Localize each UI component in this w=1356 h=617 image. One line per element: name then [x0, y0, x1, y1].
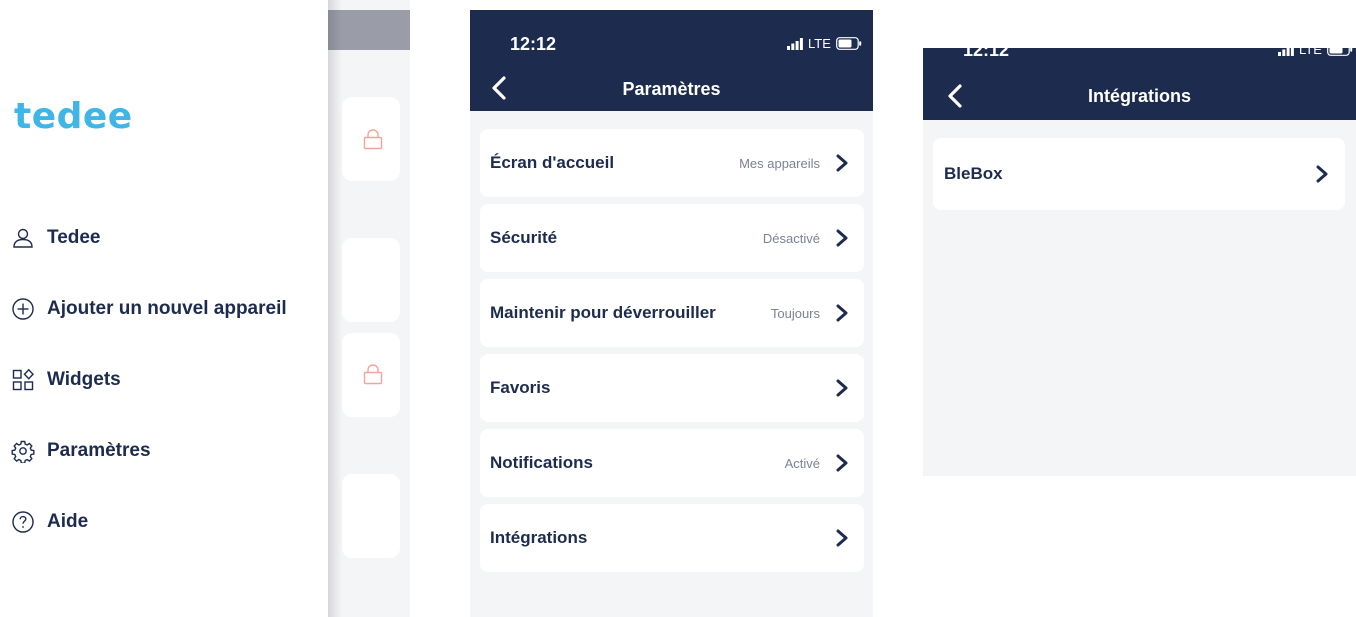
- signal-icon: [1278, 48, 1294, 56]
- menu-item-label: Tedee: [47, 227, 101, 248]
- row-label: Maintenir pour déverrouiller: [490, 303, 716, 322]
- menu-item-help[interactable]: Aide: [10, 507, 88, 537]
- signal-icon: [787, 37, 803, 50]
- row-label: Favoris: [490, 378, 551, 397]
- menu-item-widgets[interactable]: Widgets: [10, 365, 121, 395]
- row-label: Intégrations: [490, 528, 588, 547]
- settings-row-home-screen[interactable]: Écran d'accueil Mes appareils: [480, 129, 864, 197]
- side-menu: tedee Tedee Ajouter un nouvel appareil W…: [0, 0, 328, 617]
- settings-row-notifications[interactable]: Notifications Activé: [480, 429, 864, 497]
- integrations-screen: 12:12 LTE Intégrations BleBox: [923, 48, 1356, 476]
- background-app-overlay[interactable]: [328, 0, 410, 617]
- row-label: Sécurité: [490, 228, 558, 247]
- chevron-right-icon: [836, 454, 848, 472]
- row-value: Toujours: [770, 305, 820, 321]
- settings-row-security[interactable]: Sécurité Désactivé: [480, 204, 864, 272]
- chevron-right-icon: [836, 529, 848, 547]
- chevron-right-icon: [1316, 165, 1328, 183]
- row-value: Activé: [784, 455, 820, 471]
- menu-item-label: Paramètres: [47, 440, 151, 461]
- menu-item-tedee[interactable]: Tedee: [10, 223, 101, 253]
- chevron-right-icon: [836, 229, 848, 247]
- integration-row-blebox[interactable]: BleBox: [933, 138, 1345, 210]
- chevron-right-icon: [836, 379, 848, 397]
- network-label: LTE: [1299, 48, 1322, 57]
- battery-icon: [1326, 48, 1353, 56]
- settings-screen: 12:12 LTE Paramètres Écran d'accueil Mes: [470, 10, 873, 617]
- row-label: BleBox: [944, 164, 1003, 183]
- help-circle-icon: [10, 509, 36, 535]
- settings-row-favorites[interactable]: Favoris: [480, 354, 864, 422]
- row-value: Mes appareils: [739, 155, 820, 171]
- network-label: LTE: [808, 36, 831, 51]
- page-title: Paramètres: [622, 79, 721, 99]
- menu-item-label: Aide: [47, 511, 89, 532]
- widgets-icon: [10, 367, 36, 393]
- chevron-right-icon: [836, 154, 848, 172]
- page-title: Intégrations: [1087, 86, 1191, 106]
- status-indicators: LTE: [1278, 48, 1353, 57]
- row-label: Notifications: [490, 453, 593, 472]
- status-time: 12:12: [963, 48, 1010, 60]
- add-circle-icon: [10, 296, 36, 322]
- chevron-right-icon: [836, 304, 848, 322]
- drawer-shadow: [328, 0, 342, 617]
- menu-item-settings[interactable]: Paramètres: [10, 436, 151, 466]
- background-device-card: [342, 474, 400, 558]
- user-icon: [10, 225, 36, 251]
- integrations-header: 12:12 LTE Intégrations: [923, 48, 1356, 120]
- settings-row-hold-to-unlock[interactable]: Maintenir pour déverrouiller Toujours: [480, 279, 864, 347]
- menu-item-label: Ajouter un nouvel appareil: [47, 298, 287, 319]
- settings-row-integrations[interactable]: Intégrations: [480, 504, 864, 572]
- battery-icon: [835, 37, 862, 50]
- gear-icon: [10, 438, 36, 464]
- row-label: Écran d'accueil: [490, 153, 615, 172]
- settings-header: 12:12 LTE Paramètres: [470, 10, 873, 111]
- menu-item-label: Widgets: [47, 369, 121, 390]
- background-device-card: [342, 238, 400, 322]
- menu-item-add-device[interactable]: Ajouter un nouvel appareil: [10, 294, 287, 324]
- row-value: Désactivé: [762, 230, 820, 246]
- tedee-logo: tedee: [14, 96, 133, 137]
- lock-icon: [362, 363, 384, 385]
- status-time: 12:12: [510, 34, 557, 54]
- status-indicators: LTE: [787, 36, 862, 51]
- lock-icon: [362, 128, 384, 150]
